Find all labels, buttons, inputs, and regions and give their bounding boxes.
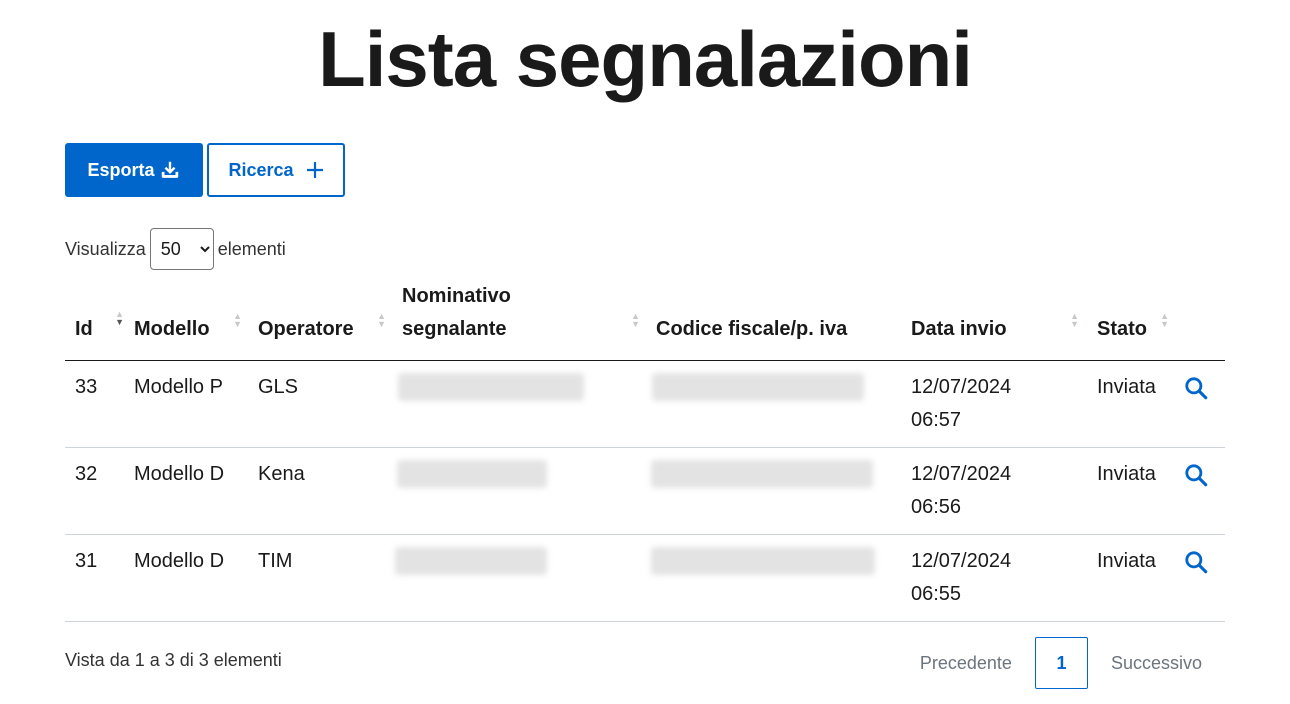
page-title: Lista segnalazioni	[318, 15, 973, 103]
sort-icon: ▲ ▼	[1160, 311, 1169, 329]
cell-codice-fiscale-redacted	[646, 447, 901, 535]
length-suffix: elementi	[217, 238, 286, 259]
sort-icon: ▲ ▼	[1070, 311, 1079, 329]
cell-operatore: TIM	[248, 534, 392, 622]
cell-data-invio: 12/07/2024 06:57	[901, 360, 1085, 448]
column-header-id[interactable]: Id ▲ ▼	[65, 280, 124, 361]
cell-id: 33	[65, 360, 124, 448]
cell-nominativo-redacted	[392, 447, 646, 535]
cell-codice-fiscale-redacted	[646, 534, 901, 622]
download-icon	[161, 161, 178, 178]
column-header-operatore[interactable]: Operatore ▲ ▼	[248, 280, 392, 361]
previous-page-link[interactable]: Precedente	[897, 653, 1035, 674]
cell-stato: Inviata	[1085, 534, 1173, 622]
cell-modello: Modello D	[124, 447, 248, 535]
table-info: Vista da 1 a 3 di 3 elementi	[65, 650, 282, 670]
column-header-stato[interactable]: Stato ▲ ▼	[1085, 280, 1173, 361]
cell-data-invio: 12/07/2024 06:56	[901, 447, 1085, 535]
cell-modello: Modello P	[124, 360, 248, 448]
table-row[interactable]: 32 Modello D Kena 12/07/2024 06:56 Inviat…	[65, 447, 1225, 535]
cell-operatore: Kena	[248, 447, 392, 535]
column-header-data-invio[interactable]: Data invio ▲ ▼	[901, 280, 1085, 361]
redacted-bar	[651, 547, 875, 575]
page-length-select[interactable]: 50	[149, 228, 214, 270]
sort-icon: ▲ ▼	[377, 311, 386, 329]
search-button-label: Ricerca	[228, 159, 294, 180]
export-button-label: Esporta	[87, 159, 155, 180]
column-header-codice-fiscale[interactable]: Codice fiscale/p. iva	[646, 280, 901, 361]
next-page-link[interactable]: Successivo	[1088, 653, 1225, 674]
export-button[interactable]: Esporta	[65, 143, 203, 197]
column-header-actions	[1173, 280, 1225, 361]
cell-modello: Modello D	[124, 534, 248, 622]
cell-action	[1173, 447, 1225, 535]
sort-desc-icon: ▲ ▼	[115, 309, 124, 327]
cell-action	[1173, 360, 1225, 448]
cell-nominativo-redacted	[392, 360, 646, 448]
search-icon[interactable]	[1183, 375, 1209, 401]
pagination: Precedente 1 Successivo	[897, 637, 1225, 689]
search-button[interactable]: Ricerca	[207, 143, 345, 197]
plus-icon	[306, 162, 323, 178]
redacted-bar	[651, 460, 873, 488]
reports-table: Id ▲ ▼ Modello ▲ ▼ Operatore ▲ ▼ Nominativo…	[65, 280, 1225, 622]
redacted-bar	[398, 373, 584, 401]
cell-action	[1173, 534, 1225, 622]
cell-stato: Inviata	[1085, 447, 1173, 535]
table-row[interactable]: 31 Modello D TIM 12/07/2024 06:55 Inviata	[65, 534, 1225, 622]
column-header-nominativo[interactable]: Nominativo segnalante ▲ ▼	[392, 280, 646, 361]
cell-id: 32	[65, 447, 124, 535]
cell-codice-fiscale-redacted	[646, 360, 901, 448]
redacted-bar	[397, 460, 547, 488]
length-menu: Visualizza 50 elementi	[65, 227, 286, 271]
cell-nominativo-redacted	[392, 534, 646, 622]
sort-icon: ▲ ▼	[631, 311, 640, 329]
redacted-bar	[395, 547, 547, 575]
search-icon[interactable]	[1183, 462, 1209, 488]
table-row[interactable]: 33 Modello P GLS 12/07/2024 06:57 Inviata	[65, 360, 1225, 448]
sort-icon: ▲ ▼	[233, 311, 242, 329]
length-prefix: Visualizza	[65, 238, 146, 259]
table-header-row: Id ▲ ▼ Modello ▲ ▼ Operatore ▲ ▼ Nominativo…	[65, 280, 1225, 361]
page-link-current[interactable]: 1	[1034, 637, 1088, 689]
search-icon[interactable]	[1183, 549, 1209, 575]
cell-operatore: GLS	[248, 360, 392, 448]
redacted-bar	[652, 373, 864, 401]
cell-data-invio: 12/07/2024 06:55	[901, 534, 1085, 622]
cell-id: 31	[65, 534, 124, 622]
cell-stato: Inviata	[1085, 360, 1173, 448]
column-header-modello[interactable]: Modello ▲ ▼	[124, 280, 248, 361]
